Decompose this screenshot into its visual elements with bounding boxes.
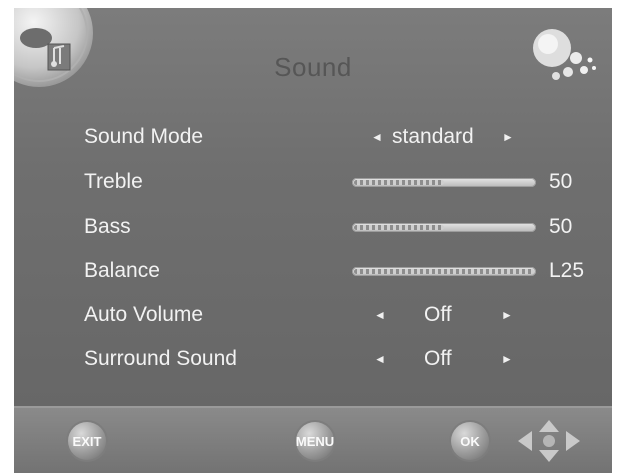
menu-item-label: Bass: [84, 215, 131, 238]
menu-body: Sound Sound Mode ◄ standard ► Treble 50: [14, 8, 612, 406]
menu-item-treble[interactable]: Treble 50: [14, 166, 612, 200]
bass-slider[interactable]: [352, 223, 536, 232]
menu-item-surround-sound[interactable]: Surround Sound ◄ Off ►: [14, 343, 612, 377]
balance-slider[interactable]: [352, 267, 536, 276]
left-arrow-icon[interactable]: ◄: [374, 303, 386, 327]
menu-item-balance[interactable]: Balance L25: [14, 255, 612, 289]
right-arrow-icon[interactable]: ►: [502, 125, 514, 149]
exit-button[interactable]: EXIT: [68, 422, 106, 460]
sound-mode-value: standard: [392, 125, 474, 148]
menu-item-label: Surround Sound: [84, 347, 237, 370]
page-title: Sound: [274, 52, 352, 82]
auto-volume-value: Off: [424, 303, 452, 326]
slider-fill: [354, 180, 444, 185]
left-arrow-icon[interactable]: ◄: [371, 125, 383, 149]
menu-item-sound-mode[interactable]: Sound Mode ◄ standard ►: [14, 121, 612, 155]
sound-osd-menu: Sound Sound Mode ◄ standard ► Treble 50: [14, 8, 612, 473]
menu-item-bass[interactable]: Bass 50: [14, 211, 612, 245]
menu-button[interactable]: MENU: [296, 422, 334, 460]
ok-button[interactable]: OK: [451, 422, 489, 460]
surround-sound-value: Off: [424, 347, 452, 370]
left-arrow-icon[interactable]: ◄: [374, 347, 386, 371]
balance-value: L25: [549, 259, 585, 282]
menu-item-label: Sound Mode: [84, 125, 204, 148]
menu-item-auto-volume[interactable]: Auto Volume ◄ Off ►: [14, 299, 612, 333]
bubbles-decoration-icon: [533, 29, 596, 80]
menu-item-label: Balance: [84, 259, 160, 282]
bass-value: 50: [549, 215, 573, 238]
menu-item-label: Treble: [84, 170, 143, 193]
footer-bar: EXIT MENU OK: [14, 406, 612, 473]
right-arrow-icon[interactable]: ►: [501, 347, 513, 371]
treble-value: 50: [549, 170, 573, 193]
slider-fill: [354, 269, 534, 274]
navigation-arrows-icon: [518, 420, 580, 462]
slider-fill: [354, 225, 444, 230]
right-arrow-icon[interactable]: ►: [501, 303, 513, 327]
menu-item-label: Auto Volume: [84, 303, 204, 326]
treble-slider[interactable]: [352, 178, 536, 187]
